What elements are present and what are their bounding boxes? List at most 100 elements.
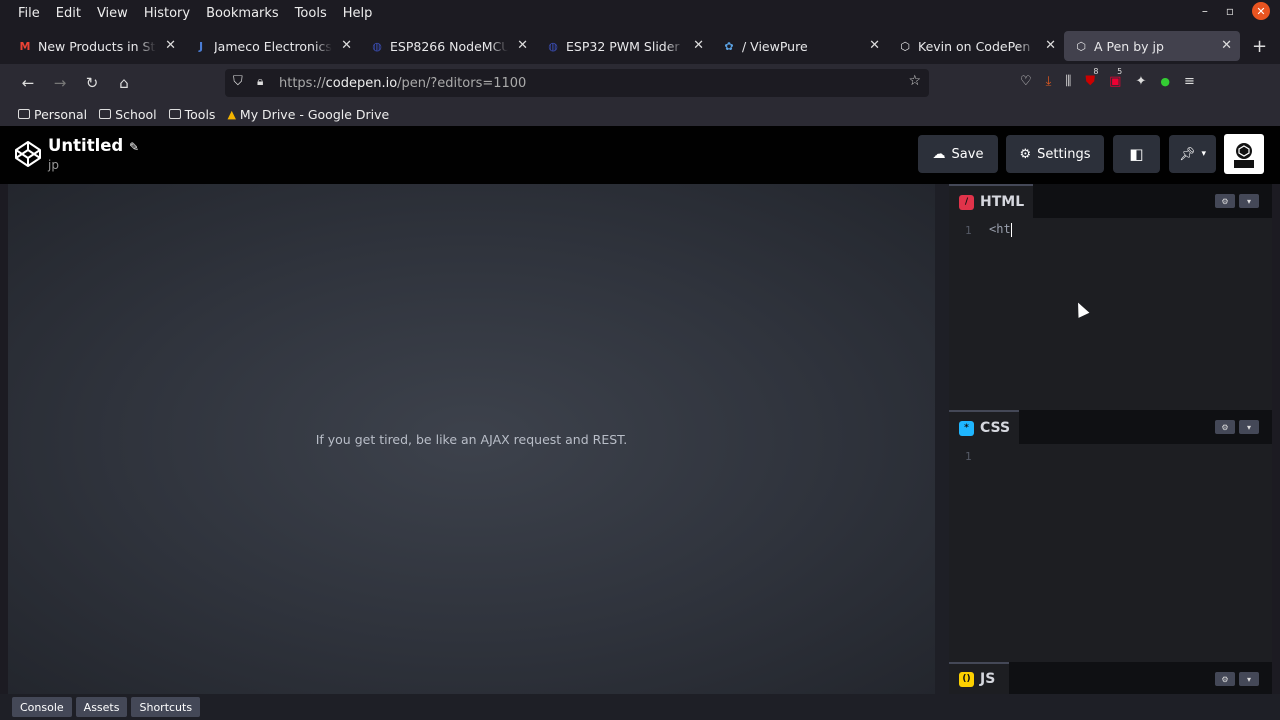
tab-title: New Products in Stock [38,38,156,54]
assets-button[interactable]: Assets [75,697,128,717]
folder-icon [18,109,30,119]
chevron-down-icon: ▾ [1201,149,1207,159]
menu-bookmarks[interactable]: Bookmarks [198,6,287,21]
menu-help[interactable]: Help [335,6,381,21]
css-editor-header: * CSS ⚙ ▾ [949,410,1272,444]
library-icon[interactable]: ⫼ [1065,74,1071,89]
preview-message: If you get tired, be like an AJAX reques… [315,432,628,447]
close-tab-icon[interactable]: ✕ [341,38,352,53]
bookmark-google-drive[interactable]: ▲ My Drive - Google Drive [227,107,389,122]
resize-handle[interactable] [935,184,949,694]
codepen-header: Untitled ✎ jp ☁ Save ⚙ Settings ◧ 📌︎ ▾ [0,126,1280,184]
rnt-icon: ◍ [548,39,558,53]
gear-icon[interactable]: ⚙ [1215,194,1235,208]
close-tab-icon[interactable]: ✕ [165,38,176,53]
menu-edit[interactable]: Edit [48,6,89,21]
close-tab-icon[interactable]: ✕ [517,38,528,53]
settings-button[interactable]: ⚙ Settings [1006,135,1104,173]
close-tab-icon[interactable]: ✕ [693,38,704,53]
hamburger-menu-icon[interactable]: ≡ [1184,74,1195,89]
tab-jameco[interactable]: J Jameco Electronics - E ✕ [184,31,360,61]
maximize-button[interactable]: ▫ [1226,4,1234,18]
tab-title: / ViewPure [742,38,808,54]
pen-title[interactable]: Untitled ✎ [48,136,139,155]
new-tab-button[interactable]: + [1252,36,1267,57]
line-number: 1 [965,224,972,237]
home-button[interactable]: ⌂ [108,74,140,92]
html-code[interactable]: <ht [989,222,1012,237]
forward-button[interactable]: → [44,74,76,92]
bookmark-label: Personal [34,106,88,122]
css-editor-controls: ⚙ ▾ [1215,420,1259,434]
gear-icon[interactable]: ⚙ [1215,672,1235,686]
bookmark-label: Tools [184,106,216,122]
menu-history[interactable]: History [136,6,198,21]
tab-pen-by-jp[interactable]: ⬡ A Pen by jp ✕ [1064,31,1240,61]
js-label: JS [980,671,996,687]
shield-icon[interactable]: ⛉ [233,74,243,89]
css-label: CSS [980,420,1011,436]
settings-label: Settings [1037,146,1091,162]
pocket-icon[interactable]: ♡ [1020,74,1032,89]
minimize-button[interactable]: – [1202,4,1208,18]
window-controls: – ▫ ✕ [1202,2,1270,20]
scrollbar[interactable] [1272,184,1280,694]
menu-file[interactable]: File [10,6,48,21]
reload-button[interactable]: ↻ [76,74,108,92]
close-tab-icon[interactable]: ✕ [1045,38,1056,53]
js-editor-header: () JS ⚙ ▾ [949,662,1272,694]
ublock-icon[interactable]: ⛊ 8 [1085,67,1098,89]
layout-icon: ◧ [1129,145,1144,163]
tab-js[interactable]: () JS [949,662,1009,694]
bookmark-school[interactable]: School [99,107,157,122]
pen-author[interactable]: jp [48,158,59,172]
google-drive-icon: ▲ [227,107,236,121]
chevron-down-icon[interactable]: ▾ [1239,672,1259,686]
tab-title: Kevin on CodePen [918,38,1031,54]
chevron-down-icon[interactable]: ▾ [1239,420,1259,434]
codepen-icon: ⬡ [1076,39,1086,53]
addon-icon[interactable]: ● [1160,75,1170,88]
url-path: /pen/?editors=1100 [397,75,527,91]
extension-badge: 5 [1117,67,1123,76]
jameco-icon: J [198,39,204,53]
line-number: 1 [965,450,972,463]
rnt-icon: ◍ [372,39,382,53]
codepen-logo-icon[interactable] [14,140,42,168]
pin-menu-button[interactable]: 📌︎ ▾ [1169,135,1216,173]
avatar[interactable] [1224,134,1264,174]
tab-gmail[interactable]: M New Products in Stock ✕ [8,31,184,61]
back-button[interactable]: ← [12,74,44,92]
tab-esp32[interactable]: ◍ ESP32 PWM Slider We ✕ [536,31,712,61]
close-window-button[interactable]: ✕ [1252,2,1270,20]
download-icon[interactable]: ⤓ [1046,74,1052,89]
tab-html[interactable]: / HTML [949,184,1033,218]
codepen-footer: Console Assets Shortcuts [0,694,1280,720]
url-bar[interactable]: ⛉ 🔒︎ https://codepen.io/pen/?editors=110… [225,69,929,97]
layout-button[interactable]: ◧ [1113,135,1160,173]
tab-kevin-codepen[interactable]: ⬡ Kevin on CodePen ✕ [888,31,1064,61]
console-button[interactable]: Console [12,697,72,717]
chevron-down-icon[interactable]: ▾ [1239,194,1259,208]
pen-title-text: Untitled [48,136,124,155]
tab-title: A Pen by jp [1094,38,1164,54]
bookmark-personal[interactable]: Personal [18,107,87,122]
shortcuts-button[interactable]: Shortcuts [131,697,201,717]
edit-pencil-icon[interactable]: ✎ [129,140,139,154]
tab-viewpure[interactable]: ✿ / ViewPure ✕ [712,31,888,61]
preview-pane[interactable]: If you get tired, be like an AJAX reques… [8,184,935,694]
lock-icon[interactable]: 🔒︎ [257,74,263,89]
close-tab-icon[interactable]: ✕ [1221,38,1232,53]
extension-icon[interactable]: ▣ 5 [1109,67,1122,89]
html-editor-header: / HTML ⚙ ▾ [949,184,1272,218]
menu-tools[interactable]: Tools [287,6,335,21]
github-icon[interactable]: ✦ [1135,74,1146,89]
bookmark-star-icon[interactable]: ☆ [908,73,921,89]
tab-esp8266[interactable]: ◍ ESP8266 NodeMCU Io ✕ [360,31,536,61]
menu-view[interactable]: View [89,6,136,21]
close-tab-icon[interactable]: ✕ [869,38,880,53]
gear-icon[interactable]: ⚙ [1215,420,1235,434]
bookmark-tools[interactable]: Tools [168,106,216,122]
tab-css[interactable]: * CSS [949,410,1019,444]
save-button[interactable]: ☁ Save [918,135,998,173]
